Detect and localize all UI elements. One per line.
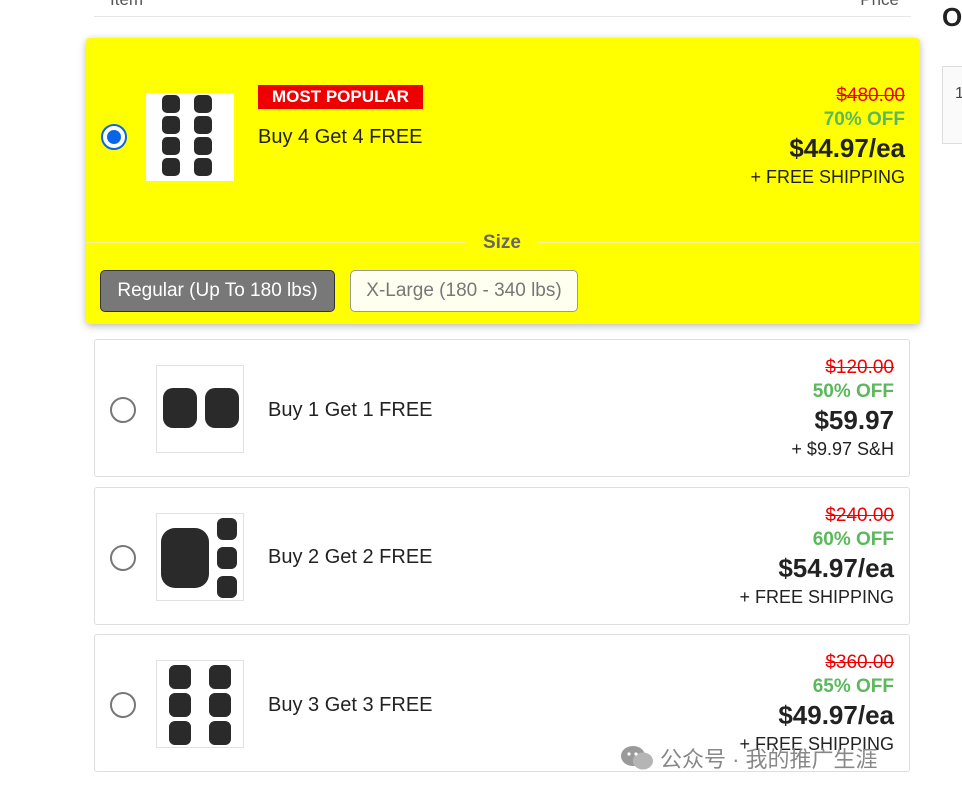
offer-buy-2-get-2[interactable]: Buy 2 Get 2 FREE $240.00 60% OFF $54.97/… bbox=[94, 487, 910, 625]
shipping-note: + FREE SHIPPING bbox=[750, 167, 905, 187]
knee-brace-4-icon bbox=[161, 518, 237, 598]
sale-price: $49.97/ea bbox=[778, 700, 894, 730]
original-price: $120.00 bbox=[825, 357, 894, 378]
offer-prices: $240.00 60% OFF $54.97/ea + FREE SHIPPIN… bbox=[739, 504, 894, 610]
item-column-header: Item bbox=[110, 0, 143, 10]
offer-title: Buy 4 Get 4 FREE bbox=[258, 126, 423, 148]
knee-brace-2-icon bbox=[163, 388, 239, 428]
sidebar-heading: O bbox=[942, 2, 962, 32]
offer-prices: $120.00 50% OFF $59.97 + $9.97 S&H bbox=[791, 356, 894, 462]
wechat-icon bbox=[621, 746, 653, 770]
offer-prices: $480.00 70% OFF $44.97/ea + FREE SHIPPIN… bbox=[750, 84, 905, 190]
most-popular-badge: MOST POPULAR bbox=[258, 85, 423, 109]
product-thumbnail-4 bbox=[156, 513, 244, 601]
watermark-text: 公众号 · 我的推广生涯 bbox=[660, 747, 878, 772]
product-thumbnail-8 bbox=[146, 93, 234, 181]
price-column-header: Price bbox=[860, 0, 899, 10]
original-price: $480.00 bbox=[836, 85, 905, 106]
table-header: Item Price bbox=[94, 0, 911, 17]
original-price: $240.00 bbox=[825, 505, 894, 526]
discount-label: 65% OFF bbox=[812, 676, 894, 697]
sale-price: $54.97/ea bbox=[778, 553, 894, 583]
knee-brace-6-icon bbox=[169, 665, 231, 745]
shipping-note: + $9.97 S&H bbox=[791, 439, 894, 459]
watermark: 公众号 · 我的推广生涯 bbox=[620, 742, 878, 774]
sidebar-panel: 1 bbox=[942, 66, 962, 144]
offer-radio[interactable] bbox=[110, 692, 136, 718]
discount-label: 60% OFF bbox=[812, 529, 894, 550]
sidebar-panel-text: 1 bbox=[955, 85, 962, 102]
shipping-note: + FREE SHIPPING bbox=[739, 587, 894, 607]
divider bbox=[538, 242, 920, 243]
product-thumbnail-2 bbox=[156, 365, 244, 453]
offer-radio[interactable] bbox=[110, 545, 136, 571]
offer-buy-4-get-4[interactable]: MOST POPULAR Buy 4 Get 4 FREE $480.00 70… bbox=[86, 38, 920, 324]
product-thumbnail-6 bbox=[156, 660, 244, 748]
divider bbox=[86, 242, 466, 243]
offer-radio[interactable] bbox=[110, 397, 136, 423]
sale-price: $44.97/ea bbox=[789, 133, 905, 163]
offer-title: Buy 1 Get 1 FREE bbox=[268, 399, 433, 421]
size-option-regular[interactable]: Regular (Up To 180 lbs) bbox=[100, 270, 335, 312]
offer-buy-1-get-1[interactable]: Buy 1 Get 1 FREE $120.00 50% OFF $59.97 … bbox=[94, 339, 910, 477]
offer-radio-selected[interactable] bbox=[101, 124, 127, 150]
sale-price: $59.97 bbox=[814, 405, 894, 435]
knee-brace-8-icon bbox=[162, 95, 212, 176]
offer-title: Buy 3 Get 3 FREE bbox=[268, 694, 433, 716]
discount-label: 50% OFF bbox=[812, 381, 894, 402]
discount-label: 70% OFF bbox=[823, 109, 905, 130]
original-price: $360.00 bbox=[825, 652, 894, 673]
offer-title: Buy 2 Get 2 FREE bbox=[268, 546, 433, 568]
size-option-xlarge[interactable]: X-Large (180 - 340 lbs) bbox=[350, 270, 578, 312]
size-heading: Size bbox=[482, 232, 522, 253]
